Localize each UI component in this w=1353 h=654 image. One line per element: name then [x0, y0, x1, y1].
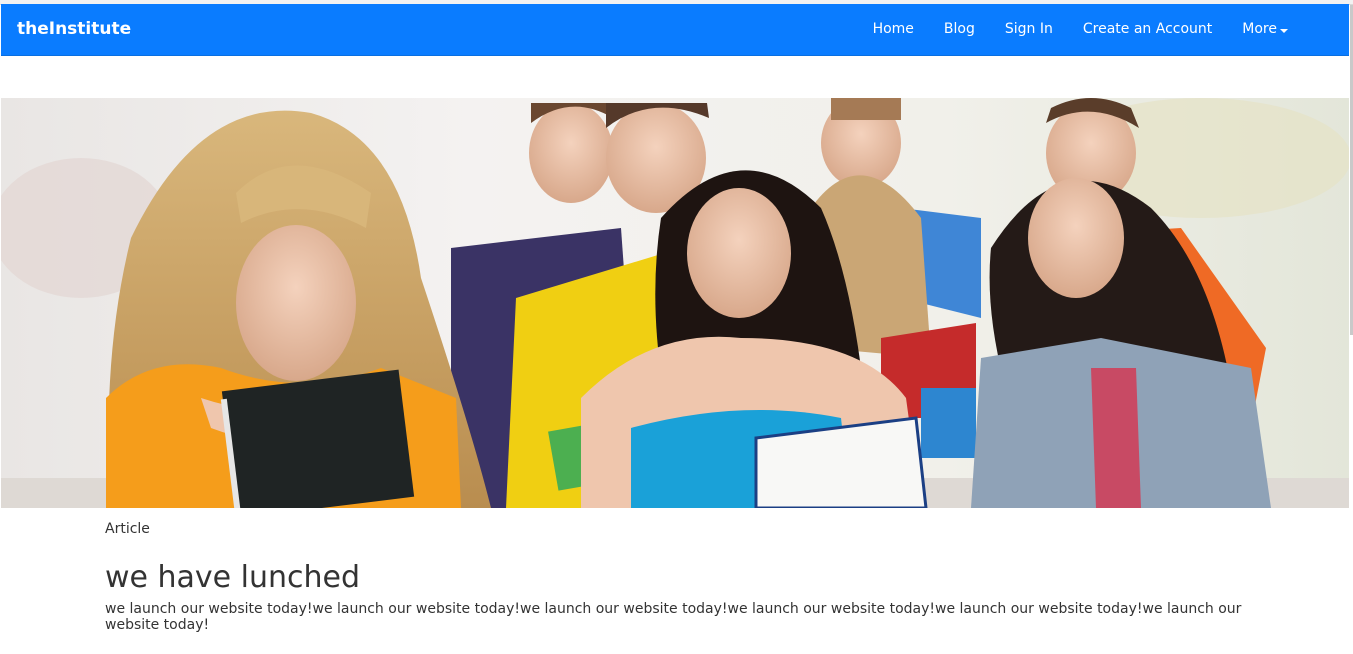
navbar: theInstitute Home Blog Sign In Create an…	[1, 4, 1349, 56]
brand-link[interactable]: theInstitute	[17, 4, 131, 55]
article-body: we launch our website today!we launch ou…	[105, 601, 1242, 633]
nav-links: Home Blog Sign In Create an Account More	[858, 4, 1303, 55]
students-photo	[1, 98, 1349, 508]
caret-down-icon	[1280, 28, 1288, 33]
nav-more-dropdown[interactable]: More	[1227, 4, 1303, 55]
article-title: we have lunched	[105, 560, 361, 595]
nav-blog-link[interactable]: Blog	[929, 4, 990, 55]
nav-more-label: More	[1242, 21, 1277, 37]
nav-create-account-link[interactable]: Create an Account	[1068, 4, 1227, 55]
hero-image	[1, 98, 1349, 508]
nav-home-link[interactable]: Home	[858, 4, 929, 55]
article-kicker: Article	[105, 521, 150, 537]
article: Article we have lunched we launch our we…	[105, 520, 1265, 633]
page: theInstitute Home Blog Sign In Create an…	[0, 0, 1353, 654]
nav-sign-in-link[interactable]: Sign In	[990, 4, 1068, 55]
